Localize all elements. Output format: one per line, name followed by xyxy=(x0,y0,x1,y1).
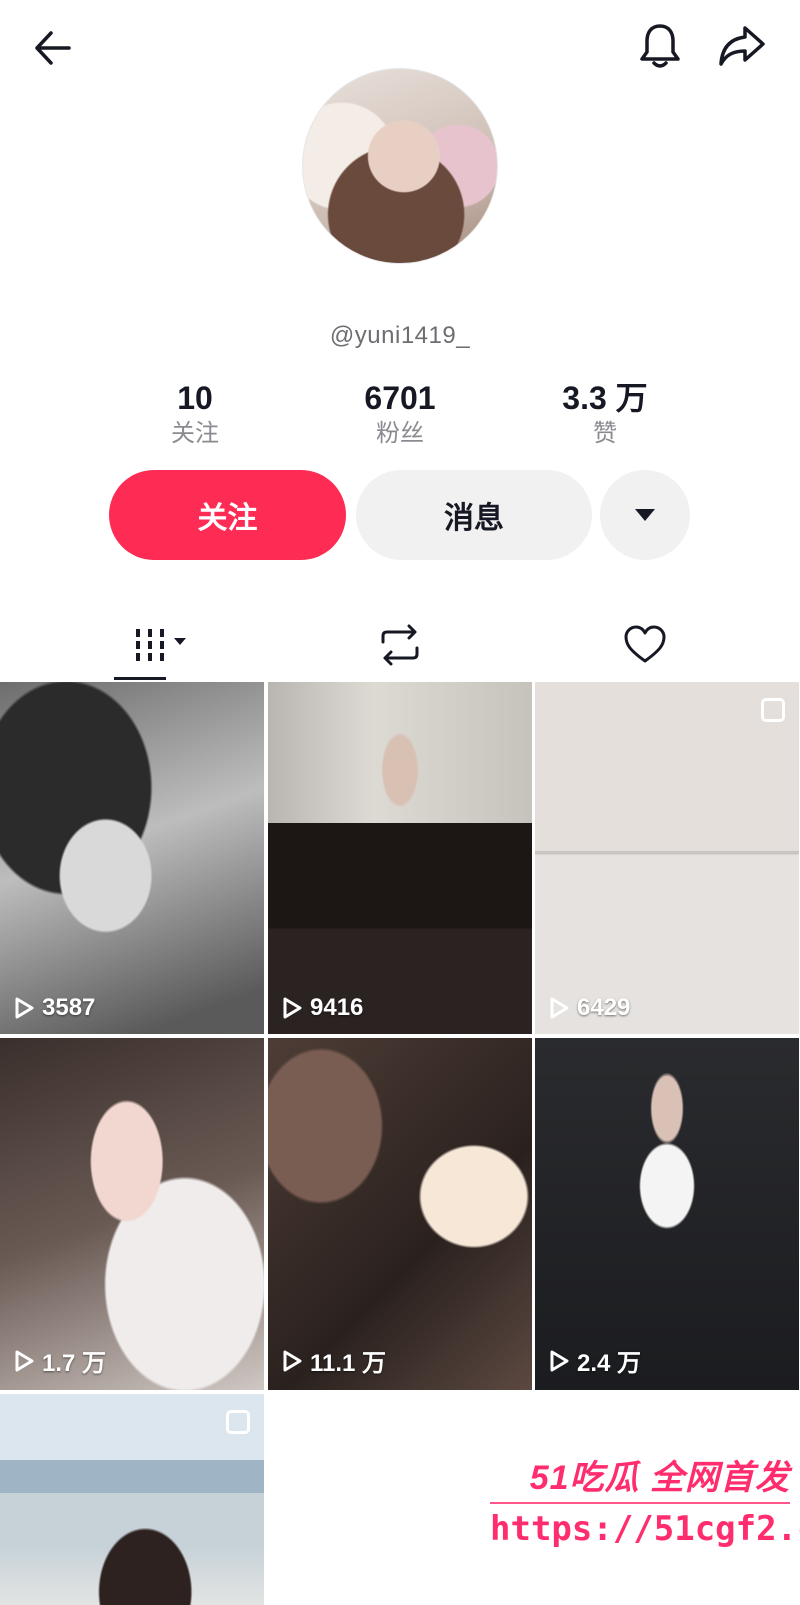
multi-photo-icon xyxy=(761,698,785,722)
multi-photo-icon xyxy=(226,1410,250,1434)
share-button[interactable] xyxy=(710,14,774,78)
view-count-text: 11.1 万 xyxy=(310,1350,387,1377)
play-icon xyxy=(550,997,569,1019)
watermark-divider xyxy=(490,1502,790,1504)
view-count: 6429 xyxy=(549,994,630,1022)
share-arrow-icon xyxy=(719,26,765,66)
watermark-url: https://51cgf2.com xyxy=(490,1509,800,1549)
grid-icon xyxy=(136,629,186,661)
tab-videos[interactable] xyxy=(110,610,214,680)
stat-following-label: 关注 xyxy=(171,420,219,447)
watermark-brand: 51吃瓜 全网首发 xyxy=(529,1459,790,1497)
repost-icon xyxy=(381,624,419,666)
stat-following[interactable]: 10 关注 xyxy=(110,378,280,450)
notification-button[interactable] xyxy=(628,14,692,78)
play-icon xyxy=(15,997,34,1019)
more-options-button[interactable] xyxy=(600,470,690,560)
view-count: 1.7 万 xyxy=(14,1343,106,1378)
stat-followers-label: 粉丝 xyxy=(376,420,424,447)
view-count: 11.1 万 xyxy=(282,1343,386,1378)
stat-likes-value: 3.3 万 xyxy=(562,380,648,416)
view-count: 3587 xyxy=(14,994,95,1022)
stat-followers[interactable]: 6701 粉丝 xyxy=(315,378,485,450)
stat-followers-value: 6701 xyxy=(364,380,436,416)
caret-down-icon xyxy=(635,509,655,521)
avatar[interactable] xyxy=(302,68,498,264)
view-count-text: 3587 xyxy=(42,994,96,1021)
arrow-left-icon xyxy=(35,31,71,65)
video-tile[interactable] xyxy=(0,1394,264,1605)
view-count-text: 6429 xyxy=(577,994,631,1021)
stat-following-value: 10 xyxy=(177,380,213,416)
view-count-text: 2.4 万 xyxy=(577,1350,642,1377)
heart-icon xyxy=(624,625,666,663)
username: @yuni1419_ xyxy=(329,322,471,349)
profile-page: @yuni1419_ 10 关注 6701 粉丝 3.3 万 赞 关注 消息 3… xyxy=(0,0,800,1605)
video-tile[interactable]: 2.4 万 xyxy=(535,1038,799,1390)
view-count-text: 9416 xyxy=(310,994,364,1021)
video-tile[interactable]: 6429 xyxy=(535,682,799,1034)
video-tile[interactable]: 11.1 万 xyxy=(268,1038,532,1390)
stat-likes[interactable]: 3.3 万 赞 xyxy=(520,378,690,450)
bell-icon xyxy=(640,24,680,68)
view-count: 2.4 万 xyxy=(549,1343,641,1378)
play-icon xyxy=(15,1350,34,1371)
view-count-text: 1.7 万 xyxy=(42,1350,107,1377)
play-icon xyxy=(283,1350,302,1371)
video-tile[interactable]: 1.7 万 xyxy=(0,1038,264,1390)
stat-likes-label: 赞 xyxy=(593,420,617,447)
message-button[interactable]: 消息 xyxy=(356,470,592,560)
watermark: 51吃瓜 全网首发 https://51cgf2.com xyxy=(490,1450,800,1549)
play-icon xyxy=(550,1350,569,1371)
video-tile[interactable]: 3587 xyxy=(0,682,264,1034)
tab-liked[interactable] xyxy=(605,610,685,680)
play-icon xyxy=(283,997,302,1019)
tab-reposts[interactable] xyxy=(360,610,440,680)
tab-active-indicator xyxy=(114,677,166,680)
video-tile[interactable]: 9416 xyxy=(268,682,532,1034)
view-count: 9416 xyxy=(282,994,363,1022)
back-button[interactable] xyxy=(22,18,82,78)
follow-button[interactable]: 关注 xyxy=(109,470,346,560)
